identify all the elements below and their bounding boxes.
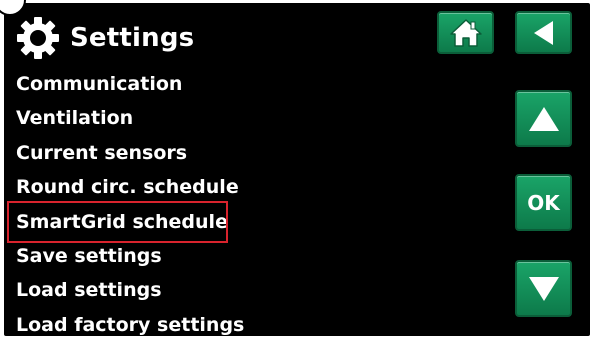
gear-icon — [17, 17, 59, 59]
selection-highlight — [7, 201, 228, 243]
home-button[interactable] — [437, 11, 494, 54]
header: Settings — [16, 17, 194, 59]
menu-item-load-settings[interactable]: Load settings — [16, 273, 244, 307]
menu-item-round-circ-schedule[interactable]: Round circ. schedule — [16, 170, 244, 204]
ok-label: OK — [527, 190, 560, 215]
page-title: Settings — [70, 23, 195, 53]
menu-item-communication[interactable]: Communication — [16, 67, 244, 101]
home-icon — [449, 18, 482, 47]
down-button[interactable] — [515, 260, 572, 317]
menu-item-ventilation[interactable]: Ventilation — [16, 101, 244, 135]
ok-button[interactable]: OK — [515, 174, 572, 231]
up-button[interactable] — [515, 90, 572, 147]
back-arrow-icon — [533, 20, 553, 45]
up-arrow-icon — [528, 106, 559, 131]
down-arrow-icon — [528, 276, 559, 301]
display-screen: Settings Communication Ventilation Curre… — [4, 3, 590, 336]
menu-item-load-factory-settings[interactable]: Load factory settings — [16, 308, 244, 336]
menu-item-save-settings[interactable]: Save settings — [16, 239, 244, 273]
back-button[interactable] — [515, 11, 572, 54]
menu-item-current-sensors[interactable]: Current sensors — [16, 136, 244, 170]
